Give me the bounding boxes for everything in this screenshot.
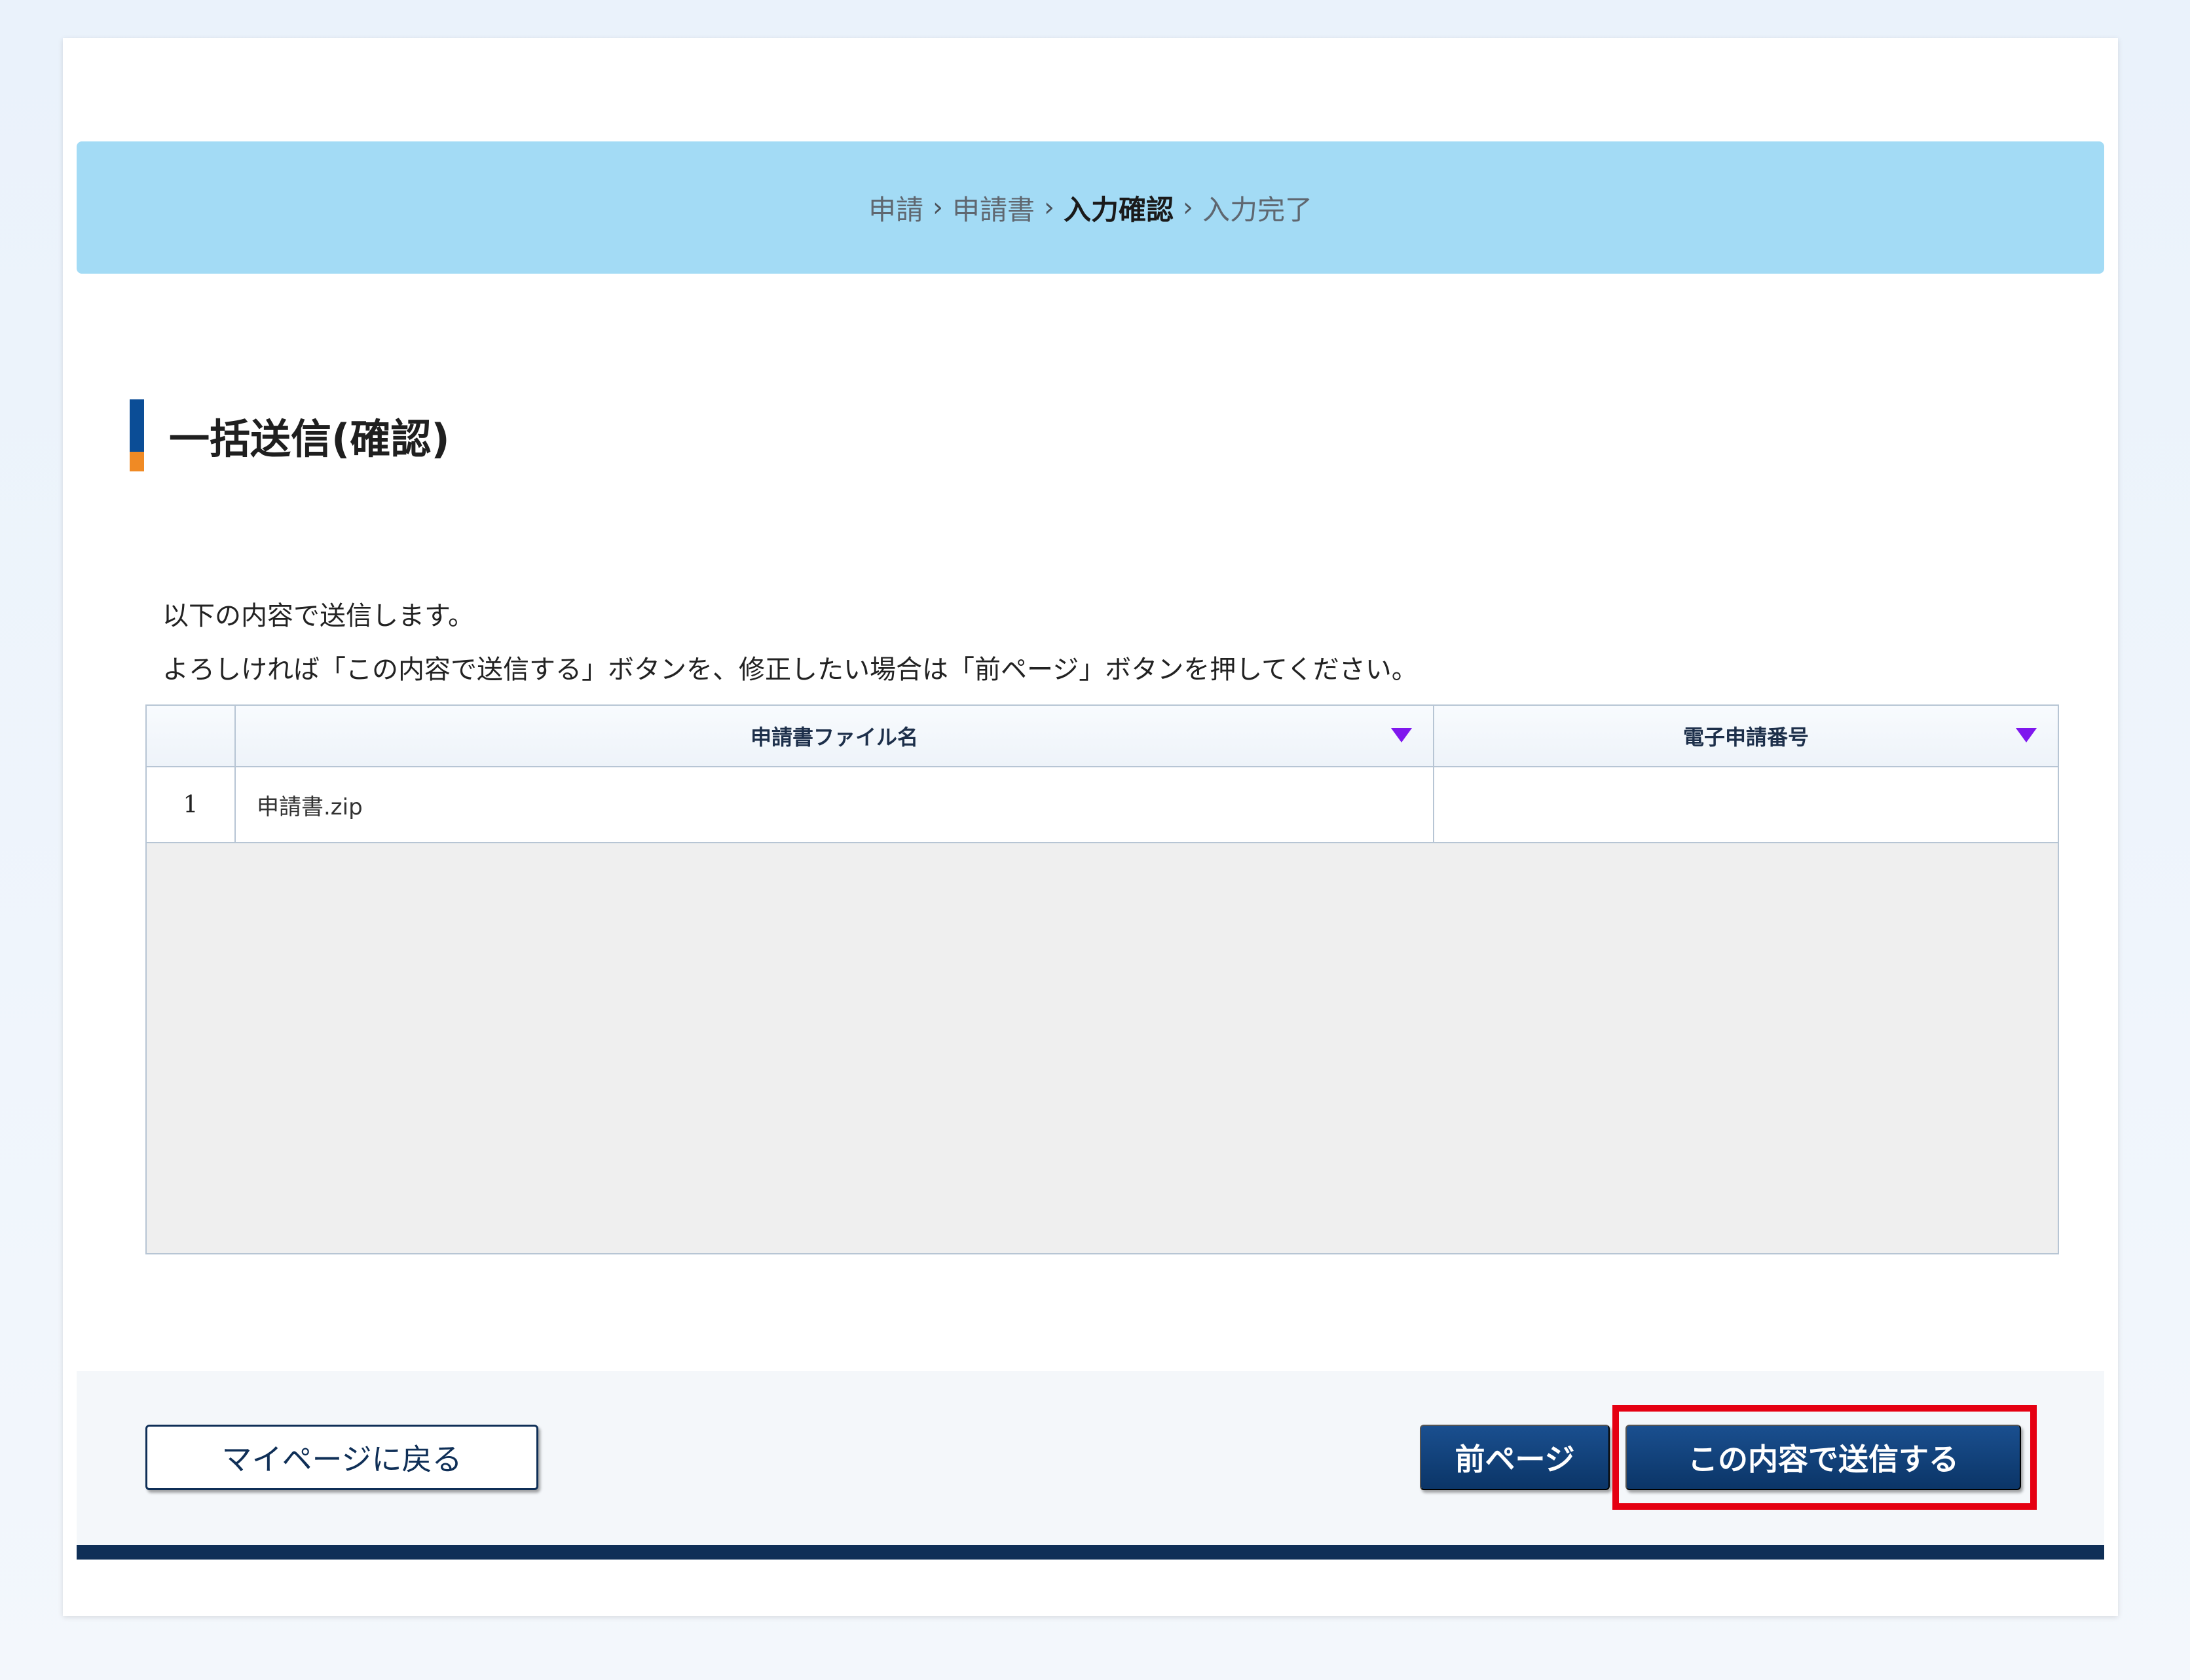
row-number-cell: 1 xyxy=(147,767,236,842)
page-heading: 一括送信(確認) xyxy=(130,399,450,471)
previous-page-button[interactable]: 前ページ xyxy=(1420,1425,1610,1490)
table-header: 申請書ファイル名 電子申請番号 xyxy=(147,706,2058,767)
back-to-mypage-button[interactable]: マイページに戻る xyxy=(145,1425,538,1490)
chevron-right-icon: › xyxy=(1183,192,1194,223)
column-header-file-name-label: 申請書ファイル名 xyxy=(750,725,918,750)
instructions: 以下の内容で送信します。 よろしければ「この内容で送信する」ボタンを、修正したい… xyxy=(162,589,1418,697)
instruction-line-2: よろしければ「この内容で送信する」ボタンを、修正したい場合は「前ページ」ボタンを… xyxy=(162,655,1418,685)
file-name-cell: 申請書.zip xyxy=(236,767,1434,842)
column-header-application-number-label: 電子申請番号 xyxy=(1682,725,1809,750)
column-header-application-number[interactable]: 電子申請番号 xyxy=(1434,706,2058,766)
chevron-right-icon: › xyxy=(932,192,943,223)
instruction-line-1: 以下の内容で送信します。 xyxy=(162,601,474,631)
breadcrumb-item-application-form: 申請書 xyxy=(952,193,1035,226)
column-header-file-name[interactable]: 申請書ファイル名 xyxy=(236,706,1434,766)
file-table: 申請書ファイル名 電子申請番号 1 申請書.zip xyxy=(145,704,2059,1254)
breadcrumb: 申請 › 申請書 › 入力確認 › 入力完了 xyxy=(77,141,2104,274)
submit-button[interactable]: この内容で送信する xyxy=(1625,1425,2021,1490)
file-name: 申請書.zip xyxy=(257,794,363,820)
column-header-row-number xyxy=(147,706,236,766)
sort-triangle-down-icon[interactable] xyxy=(1391,728,1412,742)
table-row[interactable]: 1 申請書.zip xyxy=(147,767,2058,843)
breadcrumb-item-complete: 入力完了 xyxy=(1202,193,1313,226)
breadcrumb-item-confirm: 入力確認 xyxy=(1064,193,1174,226)
footer-divider xyxy=(77,1545,2104,1560)
row-number: 1 xyxy=(183,791,198,818)
chevron-right-icon: › xyxy=(1044,192,1054,223)
page-title: 一括送信(確認) xyxy=(169,415,450,463)
sort-triangle-down-icon[interactable] xyxy=(2016,728,2037,742)
application-number-cell xyxy=(1434,767,2058,842)
breadcrumb-item-application: 申請 xyxy=(868,193,923,226)
main-card: 申請 › 申請書 › 入力確認 › 入力完了 一括送信(確認) 以下の内容で送信… xyxy=(63,38,2118,1616)
heading-accent-bar xyxy=(130,399,144,471)
